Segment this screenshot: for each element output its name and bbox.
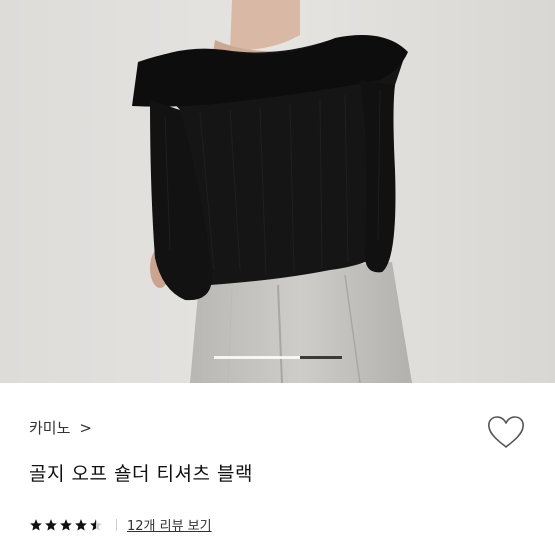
rating-divider — [116, 518, 117, 531]
product-photo — [0, 0, 555, 383]
star-rating — [29, 518, 104, 532]
product-image-gallery[interactable] — [0, 0, 555, 383]
star-full-icon — [30, 518, 42, 531]
pager-active-segment — [300, 356, 342, 359]
star-full-icon — [60, 518, 72, 531]
star-half-icon — [90, 518, 102, 531]
star-full-icon — [75, 518, 87, 531]
rating-row: 12개 리뷰 보기 — [29, 515, 212, 534]
heart-icon — [488, 416, 524, 448]
brand-name: 카미노 — [29, 419, 71, 437]
star-full-icon — [45, 518, 57, 531]
review-link[interactable]: 12개 리뷰 보기 — [127, 515, 212, 534]
chevron-right-icon: > — [79, 418, 92, 437]
product-title: 골지 오프 숄더 티셔츠 블랙 — [29, 463, 253, 485]
like-button[interactable] — [486, 414, 526, 450]
brand-link[interactable]: 카미노 > — [29, 417, 92, 438]
image-pager-indicator — [214, 356, 342, 359]
